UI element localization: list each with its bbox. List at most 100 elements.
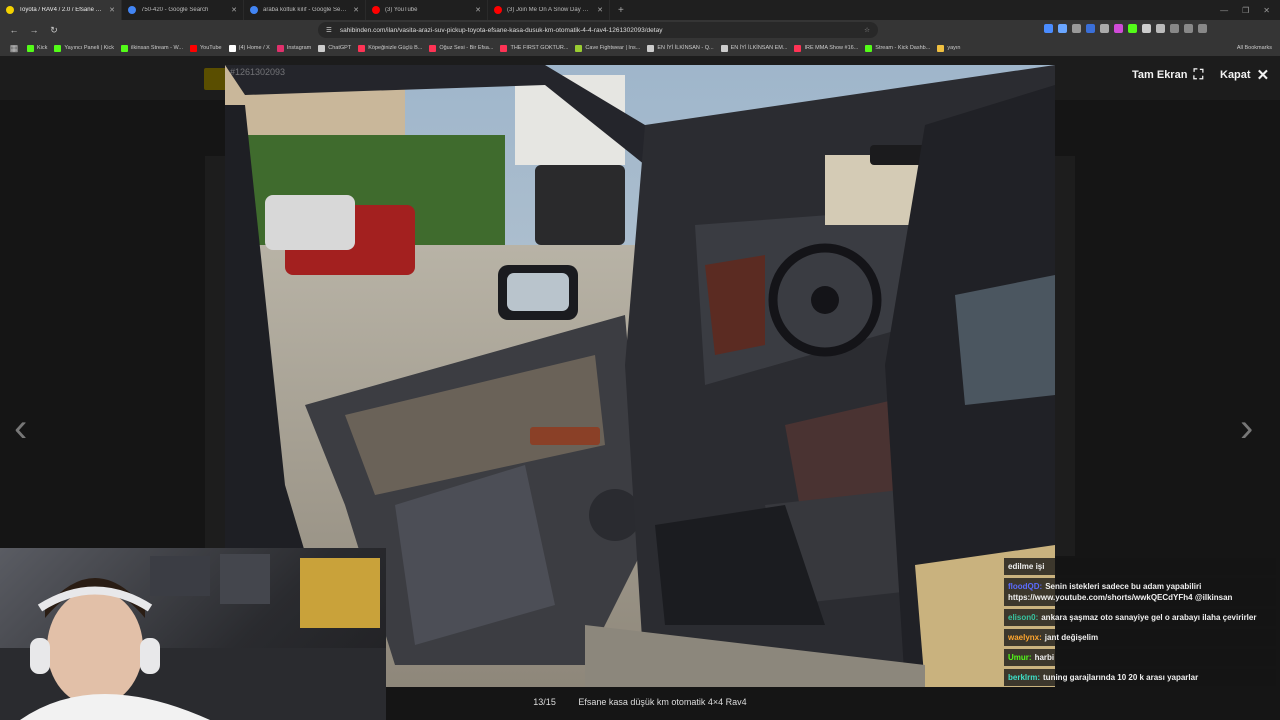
bookmark-favicon-icon (500, 44, 508, 52)
bookmark-favicon-icon (647, 44, 655, 52)
bookmark-item[interactable]: IRE MMA Show #16... (794, 44, 859, 52)
browser-tab[interactable]: (3) YouTube ✕ (366, 0, 488, 20)
new-tab-button[interactable]: + (610, 5, 632, 16)
sidebar-icon[interactable] (1184, 24, 1193, 33)
extension-icon[interactable] (1072, 24, 1081, 33)
bookmark-item[interactable]: ChatGPT (318, 44, 352, 52)
site-info-icon[interactable]: ☰ (326, 26, 332, 34)
tab-favicon-icon (6, 6, 14, 14)
window-controls: — ❐ ✕ (1220, 6, 1280, 15)
minimize-icon[interactable]: — (1220, 6, 1228, 15)
fullscreen-button[interactable]: Tam Ekran ⛶ (1132, 66, 1203, 83)
bookmark-item[interactable]: Köpeğinizle Güçlü B... (358, 44, 422, 52)
chat-message: edilme işi (1004, 558, 1276, 575)
webcam-feed (0, 554, 386, 720)
bookmark-label: EN İYİ İLKİNSAN - Q... (657, 45, 714, 51)
bookmark-label: Cave Fightwear | Ins... (585, 45, 641, 51)
browser-tab[interactable]: (3) Join Me On A Snow Day Drive In ✕ (488, 0, 610, 20)
close-icon: ✕ (1256, 67, 1270, 84)
chat-username[interactable]: berklrm: (1008, 673, 1040, 682)
bookmark-star-icon[interactable]: ☆ (864, 26, 870, 34)
tab-title: 750-420 - Google Search (141, 7, 209, 13)
bookmark-label: YouTube (200, 45, 222, 51)
music-icon[interactable] (1170, 24, 1179, 33)
bookmark-item[interactable]: EN İYİ İLKİNSAN - Q... (647, 44, 714, 52)
fullscreen-label: Tam Ekran (1132, 68, 1188, 81)
bookmark-item[interactable]: Yayıncı Paneli | Kick (54, 44, 115, 52)
chat-text: harbi (1034, 653, 1055, 662)
listing-number-watermark: #1261302093 (230, 67, 286, 77)
bookmark-item[interactable]: yayın (937, 44, 961, 52)
extensions-area (1044, 24, 1207, 33)
tab-favicon-icon (372, 6, 380, 14)
chat-message: Umur: harbi (1004, 649, 1276, 666)
extension-icon[interactable] (1058, 24, 1067, 33)
extension-icon[interactable] (1086, 24, 1095, 33)
bookmark-favicon-icon (228, 44, 236, 52)
reload-icon[interactable]: ↻ (48, 25, 60, 36)
extension-icon[interactable] (1114, 24, 1123, 33)
bookmark-item[interactable]: Oğuz Sesi - Bir Efsa... (429, 44, 493, 52)
side-panel-dimmed (205, 496, 225, 536)
browser-tab[interactable]: Toyota / RAV4 / 2.0 / Efsane kasa ✕ (0, 0, 122, 20)
tab-close-icon[interactable]: ✕ (597, 6, 603, 14)
chat-username[interactable]: elison0: (1008, 613, 1038, 622)
chat-username[interactable]: Umur: (1008, 653, 1032, 662)
next-photo-arrow-icon[interactable]: › (1240, 406, 1253, 451)
tab-close-icon[interactable]: ✕ (475, 6, 481, 14)
apps-icon[interactable]: ▦ (8, 43, 20, 54)
tab-close-icon[interactable]: ✕ (353, 6, 359, 14)
bookmark-item[interactable]: ilkinsan Stream - W... (121, 44, 183, 52)
tab-favicon-icon (128, 6, 136, 14)
close-viewer-button[interactable]: Kapat ✕ (1220, 66, 1269, 84)
tab-title: (3) YouTube (385, 7, 418, 13)
bookmark-label: EN İYİ İLKİNSAN EM... (730, 45, 788, 51)
bookmark-item[interactable]: THE FIRST GOKTUR... (500, 44, 568, 52)
tab-favicon-icon (494, 6, 502, 14)
back-icon[interactable]: ← (8, 25, 20, 35)
bookmark-item[interactable]: (4) Home / X (228, 44, 270, 52)
chat-username[interactable]: waelynx: (1008, 633, 1042, 642)
chat-message: waelynx: jant değişelim (1004, 629, 1276, 646)
bookmark-favicon-icon (358, 44, 366, 52)
bookmark-label: (4) Home / X (238, 45, 270, 51)
bookmark-label: Kick (37, 45, 48, 51)
tab-close-icon[interactable]: ✕ (109, 6, 115, 14)
bookmark-item[interactable]: Instagram (276, 44, 311, 52)
bookmark-label: ChatGPT (328, 45, 352, 51)
bookmark-favicon-icon (54, 44, 62, 52)
extension-icon[interactable] (1156, 24, 1165, 33)
restore-icon[interactable]: ❐ (1242, 6, 1249, 15)
bookmark-favicon-icon (937, 44, 945, 52)
bookmark-item[interactable]: Cave Fightwear | Ins... (575, 44, 641, 52)
menu-icon[interactable] (1198, 24, 1207, 33)
bookmark-label: yayın (947, 45, 961, 51)
all-bookmarks-button[interactable]: All Bookmarks (1237, 45, 1272, 51)
bookmark-item[interactable]: EN İYİ İLKİNSAN EM... (720, 44, 788, 52)
extension-icon[interactable] (1044, 24, 1053, 33)
bookmark-label: IRE MMA Show #16... (804, 45, 859, 51)
chat-text: jant değişelim (1044, 633, 1099, 642)
chat-message: floodQD: Senin istekleri sadece bu adam y… (1004, 578, 1276, 606)
chat-username[interactable]: floodQD: (1008, 582, 1042, 591)
close-window-icon[interactable]: ✕ (1263, 6, 1270, 15)
bookmark-item[interactable]: YouTube (190, 44, 222, 52)
extension-icon[interactable] (1142, 24, 1151, 33)
chat-text: tuning garajlarında 10 20 k arası yaparl… (1043, 673, 1199, 682)
extension-icon[interactable] (1128, 24, 1137, 33)
bookmark-label: Yayıncı Paneli | Kick (64, 45, 115, 51)
previous-photo-arrow-icon[interactable]: ‹ (14, 406, 27, 451)
bookmark-label: ilkinsan Stream - W... (131, 45, 183, 51)
bookmark-item[interactable]: Kick (27, 44, 48, 52)
chat-text: ankara şaşmaz oto sanayiye gel o arabayı… (1041, 613, 1257, 622)
extension-icon[interactable] (1100, 24, 1109, 33)
browser-tab[interactable]: 750-420 - Google Search ✕ (122, 0, 244, 20)
bookmark-favicon-icon (865, 44, 873, 52)
forward-icon[interactable]: → (28, 25, 40, 35)
browser-tab[interactable]: araba koltuk kılıf - Google Search ✕ (244, 0, 366, 20)
address-bar[interactable]: ☰ sahibinden.com/ilan/vasita-arazi-suv-p… (318, 22, 878, 38)
bookmark-item[interactable]: Stream - Kick Dashb... (865, 44, 930, 52)
streamer-webcam (0, 548, 386, 720)
tab-close-icon[interactable]: ✕ (231, 6, 237, 14)
nav-bar: ← → ↻ ☰ sahibinden.com/ilan/vasita-arazi… (0, 20, 1280, 40)
